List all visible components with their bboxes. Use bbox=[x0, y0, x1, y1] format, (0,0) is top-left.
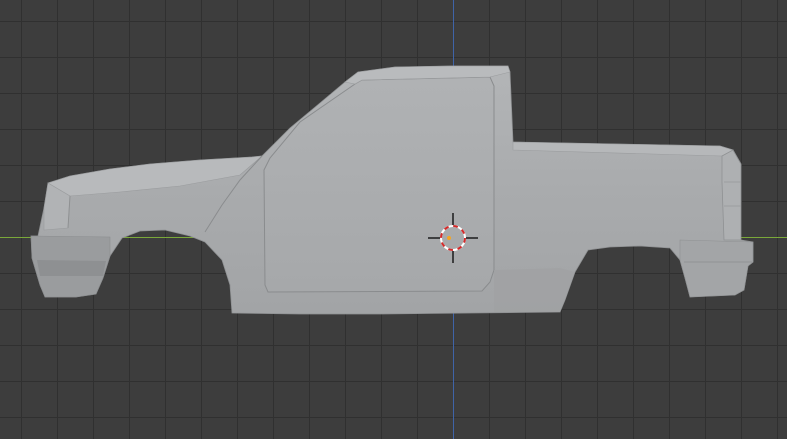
tailgate bbox=[721, 149, 742, 241]
front-bumper-stripe bbox=[37, 260, 106, 276]
viewport-canvas[interactable] bbox=[0, 0, 787, 439]
rear-bumper bbox=[679, 239, 754, 298]
truck-body-mesh[interactable] bbox=[30, 65, 754, 315]
3d-viewport[interactable] bbox=[0, 0, 787, 439]
cab-window-area bbox=[263, 76, 495, 293]
